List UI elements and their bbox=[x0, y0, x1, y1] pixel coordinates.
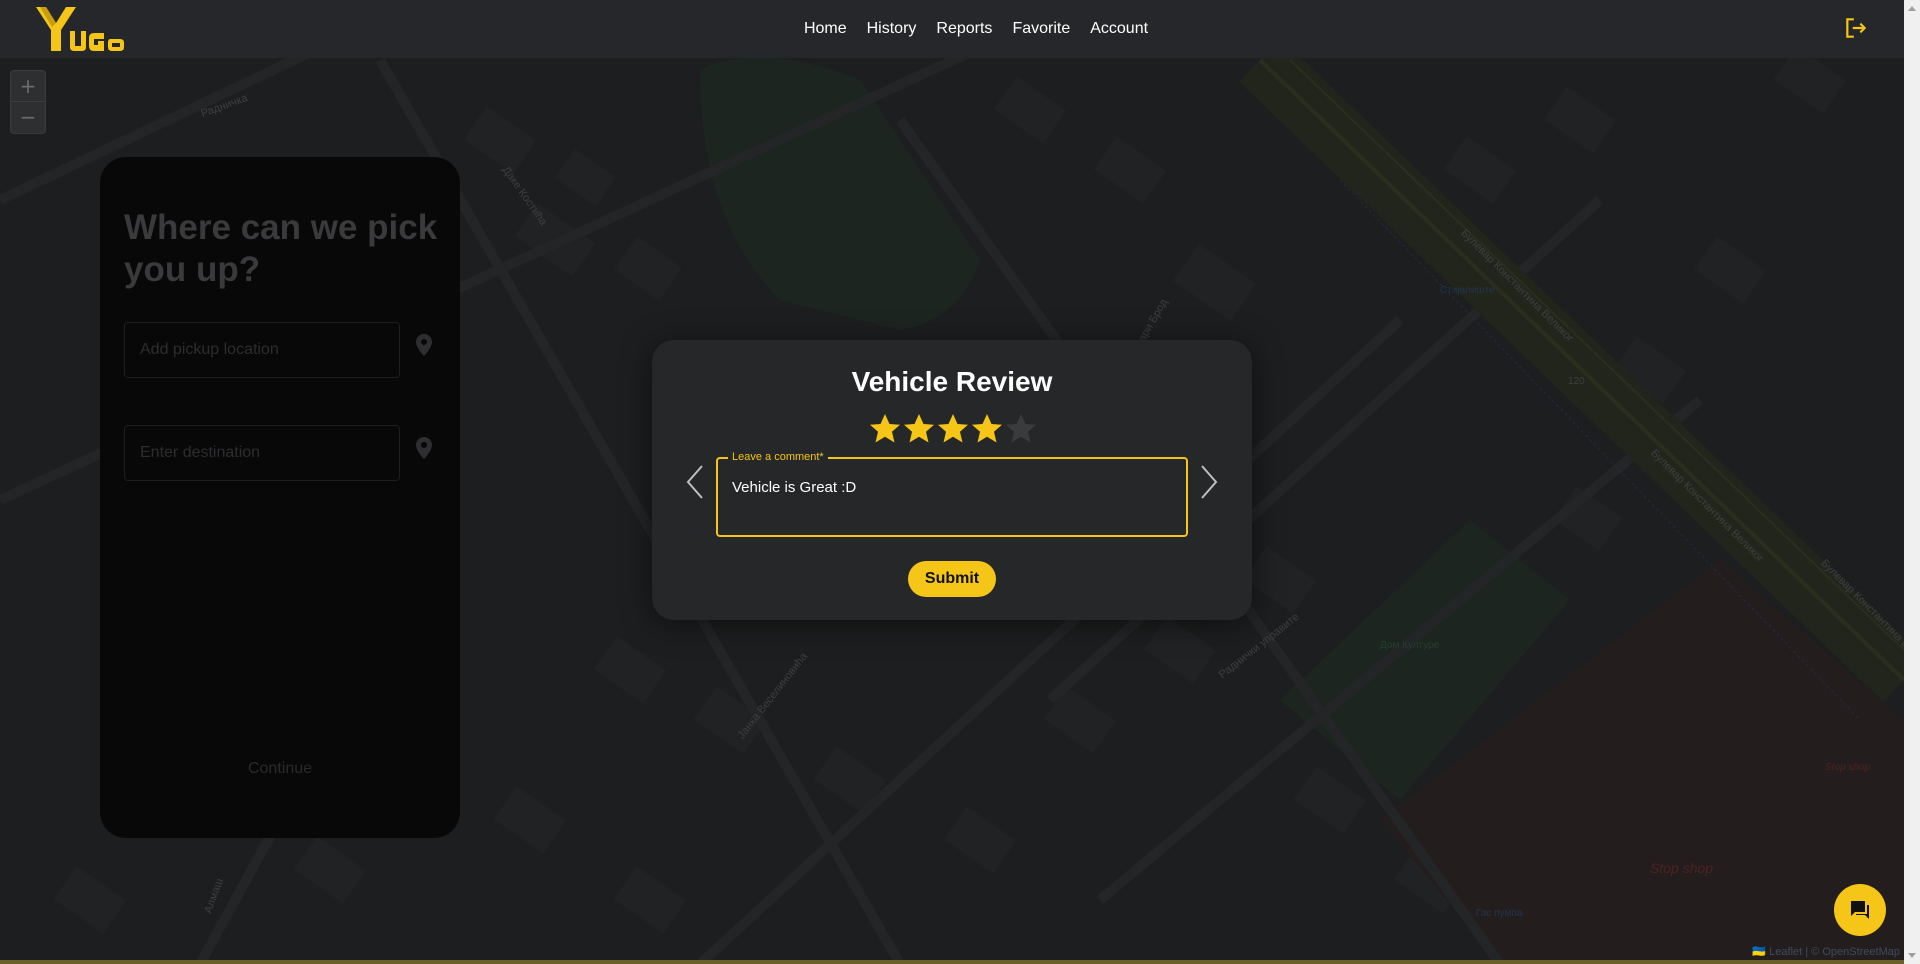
continue-button[interactable]: Continue bbox=[124, 747, 436, 791]
star-filled-icon[interactable] bbox=[936, 412, 970, 446]
chevron-right-icon[interactable] bbox=[1198, 462, 1222, 502]
location-pin-icon[interactable] bbox=[414, 436, 434, 460]
destination-placeholder: Enter destination bbox=[140, 444, 261, 461]
nav-history[interactable]: History bbox=[857, 20, 927, 38]
pickup-placeholder: Add pickup location bbox=[140, 341, 279, 358]
star-filled-icon[interactable] bbox=[970, 412, 1004, 446]
logout-icon[interactable] bbox=[1843, 15, 1869, 41]
comment-value[interactable]: Vehicle is Great :D bbox=[732, 479, 856, 496]
nav-account[interactable]: Account bbox=[1080, 20, 1158, 38]
submit-button[interactable]: Submit bbox=[908, 561, 996, 597]
location-pin-icon[interactable] bbox=[414, 333, 434, 357]
comment-label: Leave a comment* bbox=[728, 451, 828, 463]
map-attribution[interactable]: 🇺🇦 Leaflet | © OpenStreetMap bbox=[1752, 945, 1900, 958]
top-navbar: Home History Reports Favorite Account bbox=[0, 0, 1904, 58]
zoom-in-button[interactable]: + bbox=[11, 71, 45, 101]
scroll-up-icon[interactable] bbox=[1908, 6, 1916, 11]
ride-request-panel: Where can we pick you up? Add pickup loc… bbox=[100, 157, 460, 838]
map-zoom-control: + − bbox=[10, 70, 46, 134]
bottom-strip bbox=[0, 960, 1904, 964]
vehicle-review-modal: Vehicle Review Leave a comment* Vehicle … bbox=[652, 340, 1252, 620]
chat-icon bbox=[1851, 901, 1869, 919]
scroll-down-icon[interactable] bbox=[1908, 953, 1916, 958]
zoom-out-button[interactable]: − bbox=[11, 101, 45, 132]
nav-reports[interactable]: Reports bbox=[926, 20, 1002, 38]
nav-links: Home History Reports Favorite Account bbox=[0, 0, 1904, 58]
star-filled-icon[interactable] bbox=[868, 412, 902, 446]
nav-home[interactable]: Home bbox=[794, 20, 857, 38]
pickup-input[interactable]: Add pickup location bbox=[124, 322, 400, 378]
chat-button[interactable] bbox=[1834, 884, 1886, 936]
panel-title: Where can we pick you up? bbox=[124, 208, 438, 289]
comment-field[interactable]: Leave a comment* Vehicle is Great :D bbox=[716, 451, 1188, 537]
chevron-left-icon[interactable] bbox=[682, 462, 706, 502]
star-empty-icon[interactable] bbox=[1004, 412, 1038, 446]
star-rating[interactable] bbox=[868, 412, 1038, 446]
nav-favorite[interactable]: Favorite bbox=[1002, 20, 1080, 38]
star-filled-icon[interactable] bbox=[902, 412, 936, 446]
scrollbar[interactable] bbox=[1904, 0, 1920, 964]
modal-title: Vehicle Review bbox=[851, 366, 1053, 397]
destination-input[interactable]: Enter destination bbox=[124, 425, 400, 481]
